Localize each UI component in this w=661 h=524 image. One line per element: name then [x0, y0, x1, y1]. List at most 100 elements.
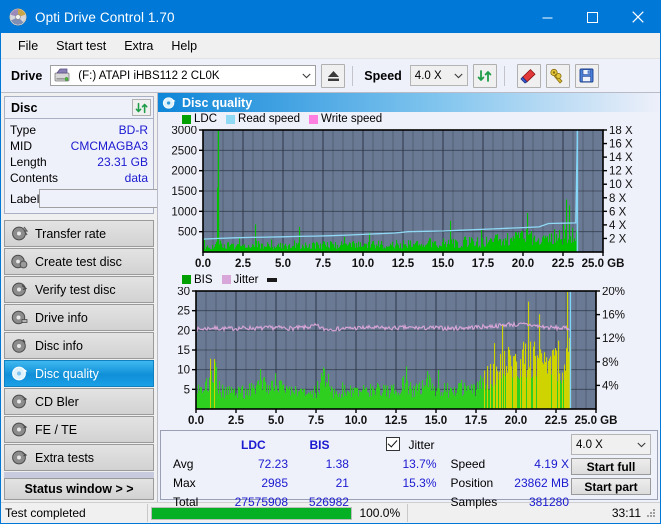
svg-text:15: 15 — [177, 345, 190, 357]
disc-label-row: Label — [10, 188, 244, 209]
stat-row-samples: Samples 381280 — [451, 493, 569, 510]
drive-label: Drive — [11, 68, 43, 83]
start-part-button[interactable]: Start part — [571, 478, 651, 495]
max-jitter-value: 15.3% — [402, 475, 437, 490]
sidebar-item-disc-quality[interactable]: Disc quality — [4, 360, 154, 387]
svg-text:17.5: 17.5 — [472, 258, 495, 270]
sidebar-item-disc-info[interactable]: Disc info — [4, 332, 154, 359]
resize-grip[interactable] — [645, 507, 657, 519]
position-stat-label: Position — [450, 475, 494, 490]
stat-row-position: Position 23862 MB — [451, 474, 569, 491]
disc-row-type-key: Type — [10, 123, 37, 137]
svg-text:10.0: 10.0 — [345, 415, 367, 427]
svg-text:5.0: 5.0 — [268, 415, 284, 427]
sidebar: Disc Type BD-R MID CMCMAGBA3 Length 23.3… — [1, 93, 244, 502]
col-header-ldc: LDC — [241, 437, 266, 452]
tools-button[interactable] — [545, 63, 570, 88]
disc-row-contents-value: data — [124, 171, 148, 185]
refresh-button[interactable] — [472, 63, 497, 88]
svg-text:0.0: 0.0 — [195, 258, 211, 270]
page-title: Disc quality — [182, 95, 253, 110]
disc-row-type: Type BD-R — [10, 122, 148, 138]
main-body: Disc Type BD-R MID CMCMAGBA3 Length 23.3… — [1, 93, 660, 509]
toolbar-divider-2 — [503, 65, 505, 86]
menu-help[interactable]: Help — [162, 36, 206, 56]
sidebar-item-cd-bler[interactable]: CD Bler — [4, 388, 154, 415]
svg-text:22.5: 22.5 — [552, 258, 575, 270]
sidebar-item-extra-tests[interactable]: Extra tests — [4, 444, 154, 471]
sidebar-item-create-test-disc[interactable]: Create test disc — [4, 248, 154, 275]
disc-row-contents: Contents data — [10, 170, 148, 186]
keys-icon — [550, 68, 563, 84]
svg-text:25.0 GB: 25.0 GB — [582, 258, 625, 270]
svg-text:25.0 GB: 25.0 GB — [575, 415, 618, 427]
chevron-down-icon[interactable] — [450, 66, 467, 85]
disc-row-length: Length 23.31 GB — [10, 154, 148, 170]
avg-jitter-value: 13.7% — [402, 456, 437, 471]
svg-text:7.5: 7.5 — [315, 258, 332, 270]
disc-row-length-value: 23.31 GB — [97, 155, 148, 169]
svg-text:2000: 2000 — [171, 166, 197, 178]
table-header-row: LDC BIS Jitter — [173, 436, 437, 453]
erase-button[interactable] — [516, 63, 541, 88]
svg-text:10: 10 — [177, 365, 190, 377]
save-button[interactable] — [574, 63, 599, 88]
row-label-avg: Avg — [173, 456, 194, 471]
svg-text:17.5: 17.5 — [465, 415, 488, 427]
svg-text:5: 5 — [184, 384, 190, 396]
error-stats-table: LDC BIS Jitter Avg 72.23 1.38 13.7% Max … — [171, 434, 439, 512]
floppy-save-icon — [579, 68, 594, 83]
drive-select[interactable]: (F:) ATAPI iHBS112 2 CL0K — [50, 65, 317, 86]
svg-text:5.0: 5.0 — [275, 258, 291, 270]
chevron-down-icon[interactable] — [633, 435, 650, 454]
sidebar-item-drive-info[interactable]: Drive info — [4, 304, 154, 331]
legend-ldc: LDC — [182, 113, 217, 125]
svg-text:20.0: 20.0 — [512, 258, 534, 270]
ldc-plot: 500100015002000250030002 X4 X6 X8 X10 X1… — [171, 126, 633, 270]
sidebar-item-verify-test-disc[interactable]: Verify test disc — [4, 276, 154, 303]
test-speed-select[interactable]: 4.0 X — [571, 434, 651, 455]
menu-start-test[interactable]: Start test — [47, 36, 115, 56]
legend-jitter: Jitter — [221, 273, 259, 286]
svg-text:2.5: 2.5 — [228, 415, 245, 427]
chevron-down-icon[interactable] — [298, 66, 315, 85]
maximize-icon[interactable] — [570, 1, 615, 33]
svg-text:12.5: 12.5 — [392, 258, 415, 270]
minimize-icon[interactable] — [525, 1, 570, 33]
svg-text:22.5: 22.5 — [545, 415, 568, 427]
svg-text:6 X: 6 X — [609, 206, 627, 218]
start-full-button[interactable]: Start full — [571, 458, 651, 475]
sidebar-item-label: Verify test disc — [35, 282, 116, 297]
disc-row-mid-value: CMCMAGBA3 — [70, 139, 148, 153]
col-header-bis: BIS — [309, 437, 330, 452]
disc-extra-icon — [11, 449, 28, 466]
sidebar-item-transfer-rate[interactable]: Transfer rate — [4, 220, 154, 247]
speed-select[interactable]: 4.0 X — [409, 65, 468, 86]
sidebar-item-label: CD Bler — [35, 394, 79, 409]
status-window-button[interactable]: Status window > > — [4, 478, 154, 500]
disc-row-mid: MID CMCMAGBA3 — [10, 138, 148, 154]
svg-text:1000: 1000 — [171, 206, 197, 218]
ldc-chart-legend: LDC Read speed Write speed — [158, 112, 660, 126]
menu-file[interactable]: File — [9, 36, 47, 56]
disc-refresh-button[interactable] — [132, 99, 151, 116]
progress-bar — [151, 506, 353, 520]
jitter-checkbox[interactable] — [386, 437, 401, 451]
sidebar-item-fe-te[interactable]: FE / TE — [4, 416, 154, 443]
disc-panel-header: Disc — [5, 97, 153, 119]
position-stat-value: 23862 MB — [514, 475, 569, 490]
close-icon[interactable] — [615, 1, 660, 33]
disc-quality-bis-chart: BIS Jitter 5 10 15 20 25 30 4% 8% 12% 16% 20% 0.0 2.… — [158, 273, 660, 430]
disc-row-type-value: BD-R — [118, 123, 148, 137]
legend-jitter-label: Jitter — [233, 273, 259, 286]
drive-info-icon — [11, 309, 28, 326]
legend-marker — [267, 277, 278, 282]
svg-text:2 X: 2 X — [609, 233, 627, 245]
menu-extra[interactable]: Extra — [115, 36, 162, 56]
sidebar-nav: Transfer rate Create test disc Verify te… — [4, 220, 154, 472]
svg-text:20.0: 20.0 — [505, 415, 527, 427]
jitter-label: Jitter — [408, 438, 435, 452]
disc-label-key: Label — [10, 191, 40, 206]
sidebar-item-label: Transfer rate — [35, 226, 107, 241]
eject-button[interactable] — [321, 63, 346, 88]
